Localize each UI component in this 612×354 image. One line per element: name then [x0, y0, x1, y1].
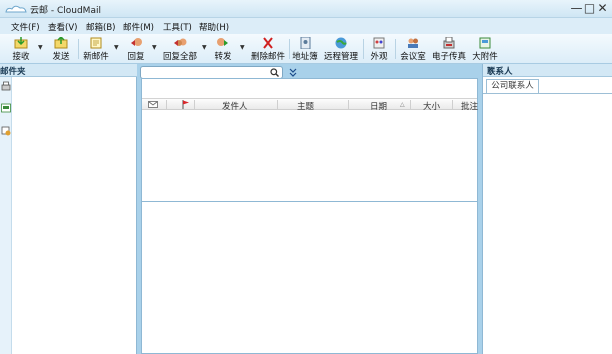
menu-mail[interactable]: 邮件(M): [123, 21, 154, 33]
toolbar-divider: [363, 39, 364, 59]
send-icon: [54, 37, 68, 49]
address-book-label: 地址簿: [292, 52, 318, 62]
send-button[interactable]: 发送: [50, 35, 72, 63]
close-panel-icon[interactable]: ×: [487, 65, 494, 75]
new-mail-button[interactable]: 新邮件: [82, 35, 110, 63]
meeting-room-icon: [408, 38, 418, 48]
column-sender[interactable]: 发件人: [222, 100, 248, 112]
appearance-label: 外观: [370, 52, 388, 62]
column-divider: [194, 100, 195, 109]
minimize-button[interactable]: —: [570, 1, 583, 15]
forward-icon: [217, 38, 228, 46]
envelope-column-icon[interactable]: [148, 101, 158, 108]
contacts-icon[interactable]: [1, 126, 11, 136]
menu-tools[interactable]: 工具(T): [163, 21, 192, 33]
toolbar: 接收 ▼ 发送 新邮件 ▼ 回复 ▼ 回复全部 ▼ 转发 ▼ 删除邮件 地址簿 …: [0, 34, 612, 64]
meeting-room-button[interactable]: 会议室: [400, 35, 426, 63]
new-mail-icon: [90, 37, 102, 49]
fax-icon: [443, 37, 455, 49]
appearance-button[interactable]: 外观: [368, 35, 390, 63]
folder-icon-strip: [0, 77, 12, 354]
cloud-logo-icon: [5, 5, 27, 13]
close-button[interactable]: ✕: [596, 1, 609, 15]
forward-button[interactable]: 转发: [212, 35, 234, 63]
flag-column-icon[interactable]: [182, 100, 190, 109]
column-divider: [166, 100, 167, 109]
inbox-icon[interactable]: [1, 103, 11, 113]
large-attachment-label: 大附件: [472, 52, 498, 62]
send-label: 发送: [52, 52, 70, 62]
menu-file[interactable]: 文件(F): [11, 21, 40, 33]
column-divider: [452, 100, 453, 109]
receive-icon: [14, 37, 28, 49]
toolbar-divider: [289, 39, 290, 59]
forward-dropdown-icon[interactable]: ▼: [240, 44, 245, 51]
fax-button[interactable]: 电子传真: [431, 35, 467, 63]
column-subject[interactable]: 主题: [297, 100, 314, 112]
title-bar: 云邮 - CloudMail — □ ✕: [0, 0, 612, 18]
new-mail-label: 新邮件: [83, 52, 109, 62]
receive-button[interactable]: 接收: [10, 35, 32, 63]
receive-dropdown-icon[interactable]: ▼: [38, 44, 43, 51]
reply-dropdown-icon[interactable]: ▼: [152, 44, 157, 51]
reply-all-dropdown-icon[interactable]: ▼: [202, 44, 207, 51]
folder-panel-title: 邮件夹: [0, 67, 26, 77]
tab-divider: [483, 93, 612, 94]
toolbar-divider: [78, 39, 79, 59]
fax-label: 电子传真: [431, 52, 466, 62]
new-mail-dropdown-icon[interactable]: ▼: [114, 44, 119, 51]
folder-panel: 邮件夹: [0, 64, 137, 354]
toolbar-divider: [395, 39, 396, 59]
delete-mail-button[interactable]: 删除邮件: [250, 35, 286, 63]
mail-area: 发件人 主题 日期 △ 大小 批注: [137, 64, 480, 354]
sort-asc-icon[interactable]: △: [400, 101, 405, 108]
remote-manage-label: 远程管理: [323, 52, 358, 62]
receive-label: 接收: [12, 52, 30, 62]
expand-search-icon[interactable]: [289, 68, 297, 77]
large-attachment-icon: [479, 37, 491, 49]
column-divider: [348, 100, 349, 109]
remote-manage-button[interactable]: 远程管理: [323, 35, 359, 63]
delete-mail-label: 删除邮件: [250, 52, 285, 62]
remote-manage-icon: [335, 37, 347, 49]
large-attachment-button[interactable]: 大附件: [471, 35, 499, 63]
mail-preview-pane[interactable]: [141, 201, 478, 354]
forward-label: 转发: [214, 52, 232, 62]
address-book-icon: [300, 37, 311, 49]
delete-icon: [263, 37, 273, 49]
contacts-panel: 联系人 × 公司联系人: [482, 64, 612, 354]
search-icon[interactable]: [270, 68, 279, 77]
column-date[interactable]: 日期: [370, 100, 387, 112]
printer-icon[interactable]: [1, 81, 11, 91]
reply-all-label: 回复全部: [162, 52, 197, 62]
meeting-room-label: 会议室: [400, 52, 426, 62]
column-note[interactable]: 批注: [461, 100, 478, 112]
appearance-icon: [373, 37, 385, 49]
reply-label: 回复: [127, 52, 145, 62]
tab-company-contacts[interactable]: 公司联系人: [486, 79, 539, 94]
column-divider: [277, 100, 278, 109]
reply-all-button[interactable]: 回复全部: [162, 35, 198, 63]
column-size[interactable]: 大小: [423, 100, 440, 112]
menu-help[interactable]: 帮助(H): [199, 21, 229, 33]
maximize-button[interactable]: □: [583, 1, 596, 15]
window-title: 云邮 - CloudMail: [30, 6, 101, 16]
reply-button[interactable]: 回复: [125, 35, 147, 63]
menu-mailbox[interactable]: 邮箱(B): [86, 21, 115, 33]
mail-list-header: 发件人 主题 日期 △ 大小 批注: [142, 98, 478, 112]
reply-all-icon: [174, 38, 187, 46]
column-divider: [410, 100, 411, 109]
address-book-button[interactable]: 地址簿: [292, 35, 318, 63]
menu-view[interactable]: 查看(V): [48, 21, 77, 33]
menu-bar: 文件(F) 查看(V) 邮箱(B) 邮件(M) 工具(T) 帮助(H): [0, 18, 612, 34]
folder-panel-header: 邮件夹: [0, 64, 137, 77]
reply-icon: [131, 38, 142, 46]
contacts-panel-header: 联系人 ×: [483, 64, 612, 77]
